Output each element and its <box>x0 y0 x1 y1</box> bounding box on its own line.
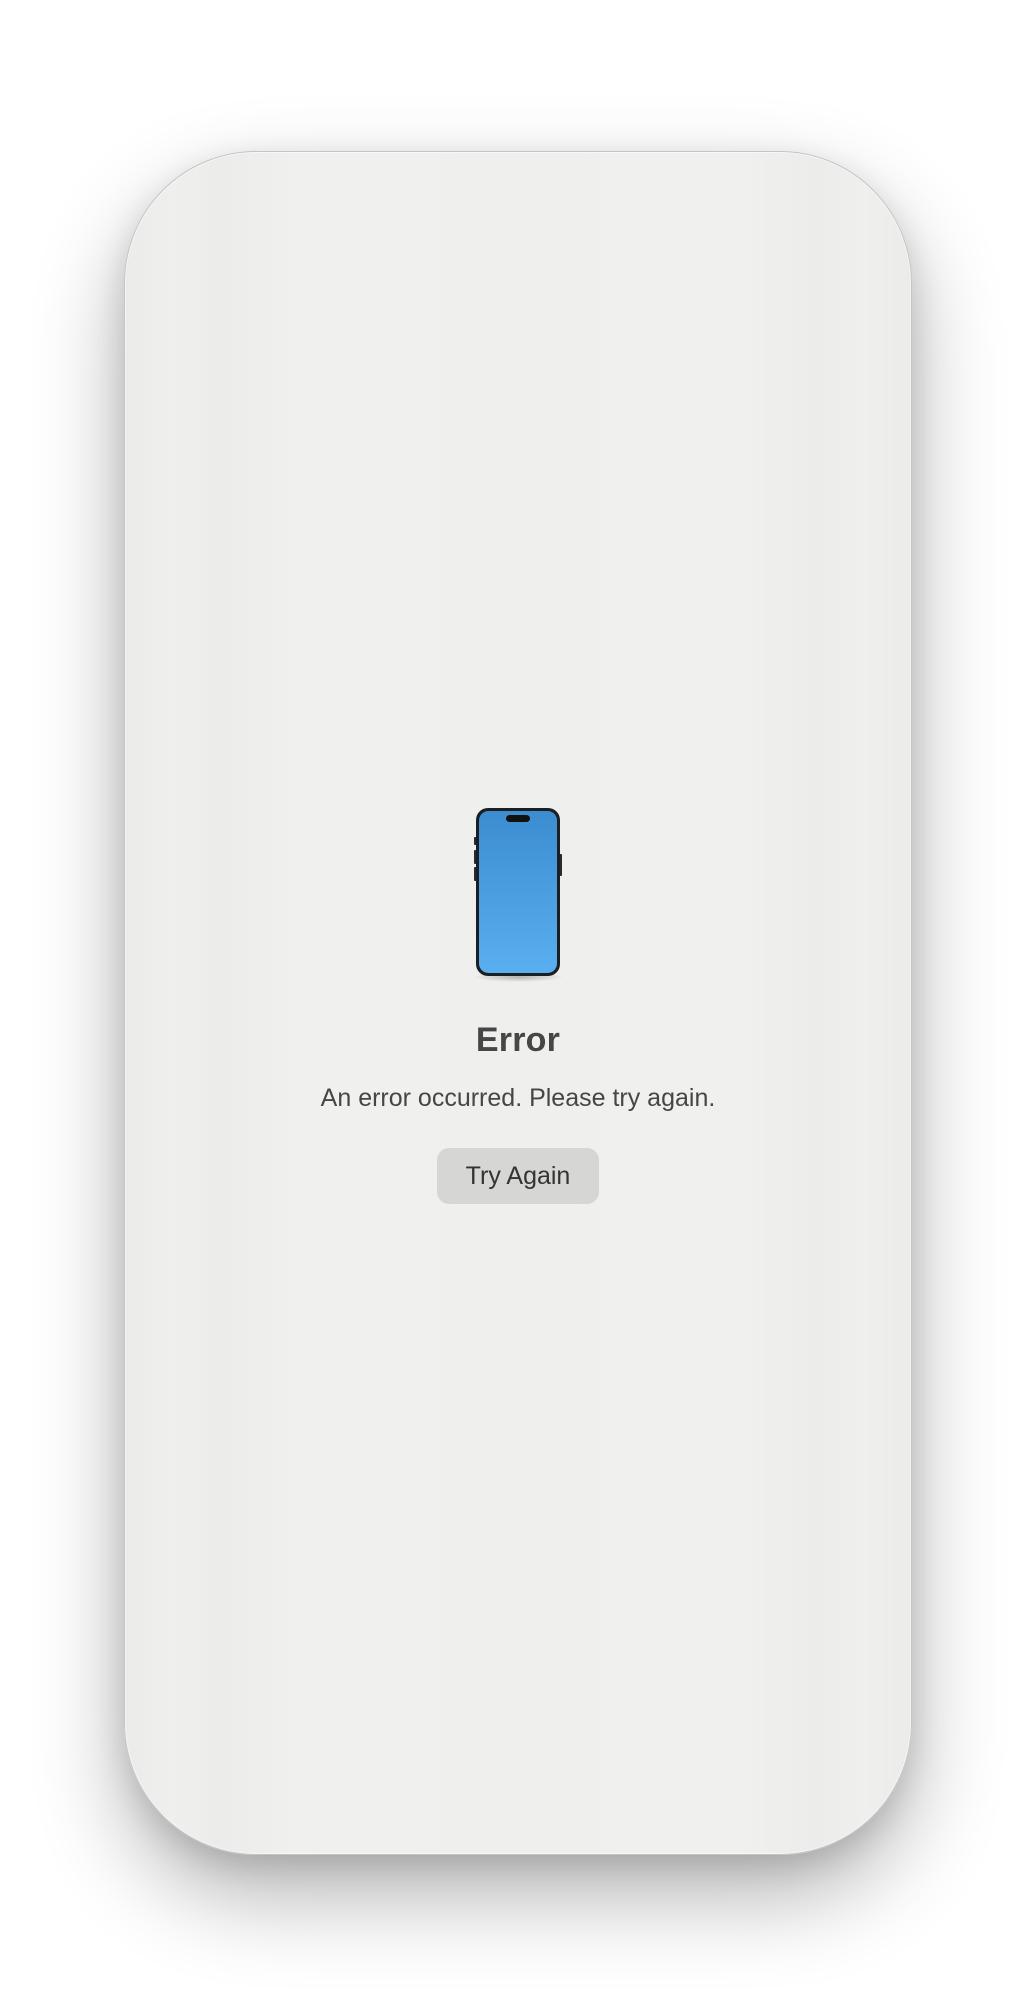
device-frame: Error An error occurred. Please try agai… <box>124 151 912 1855</box>
try-again-button[interactable]: Try Again <box>437 1148 599 1204</box>
error-title: Error <box>475 1021 561 1059</box>
stage: Error An error occurred. Please try agai… <box>0 0 1036 2016</box>
error-panel: Error An error occurred. Please try agai… <box>125 804 911 1204</box>
error-message: An error occurred. Please try again. <box>320 1084 716 1112</box>
iphone-icon <box>472 808 564 982</box>
